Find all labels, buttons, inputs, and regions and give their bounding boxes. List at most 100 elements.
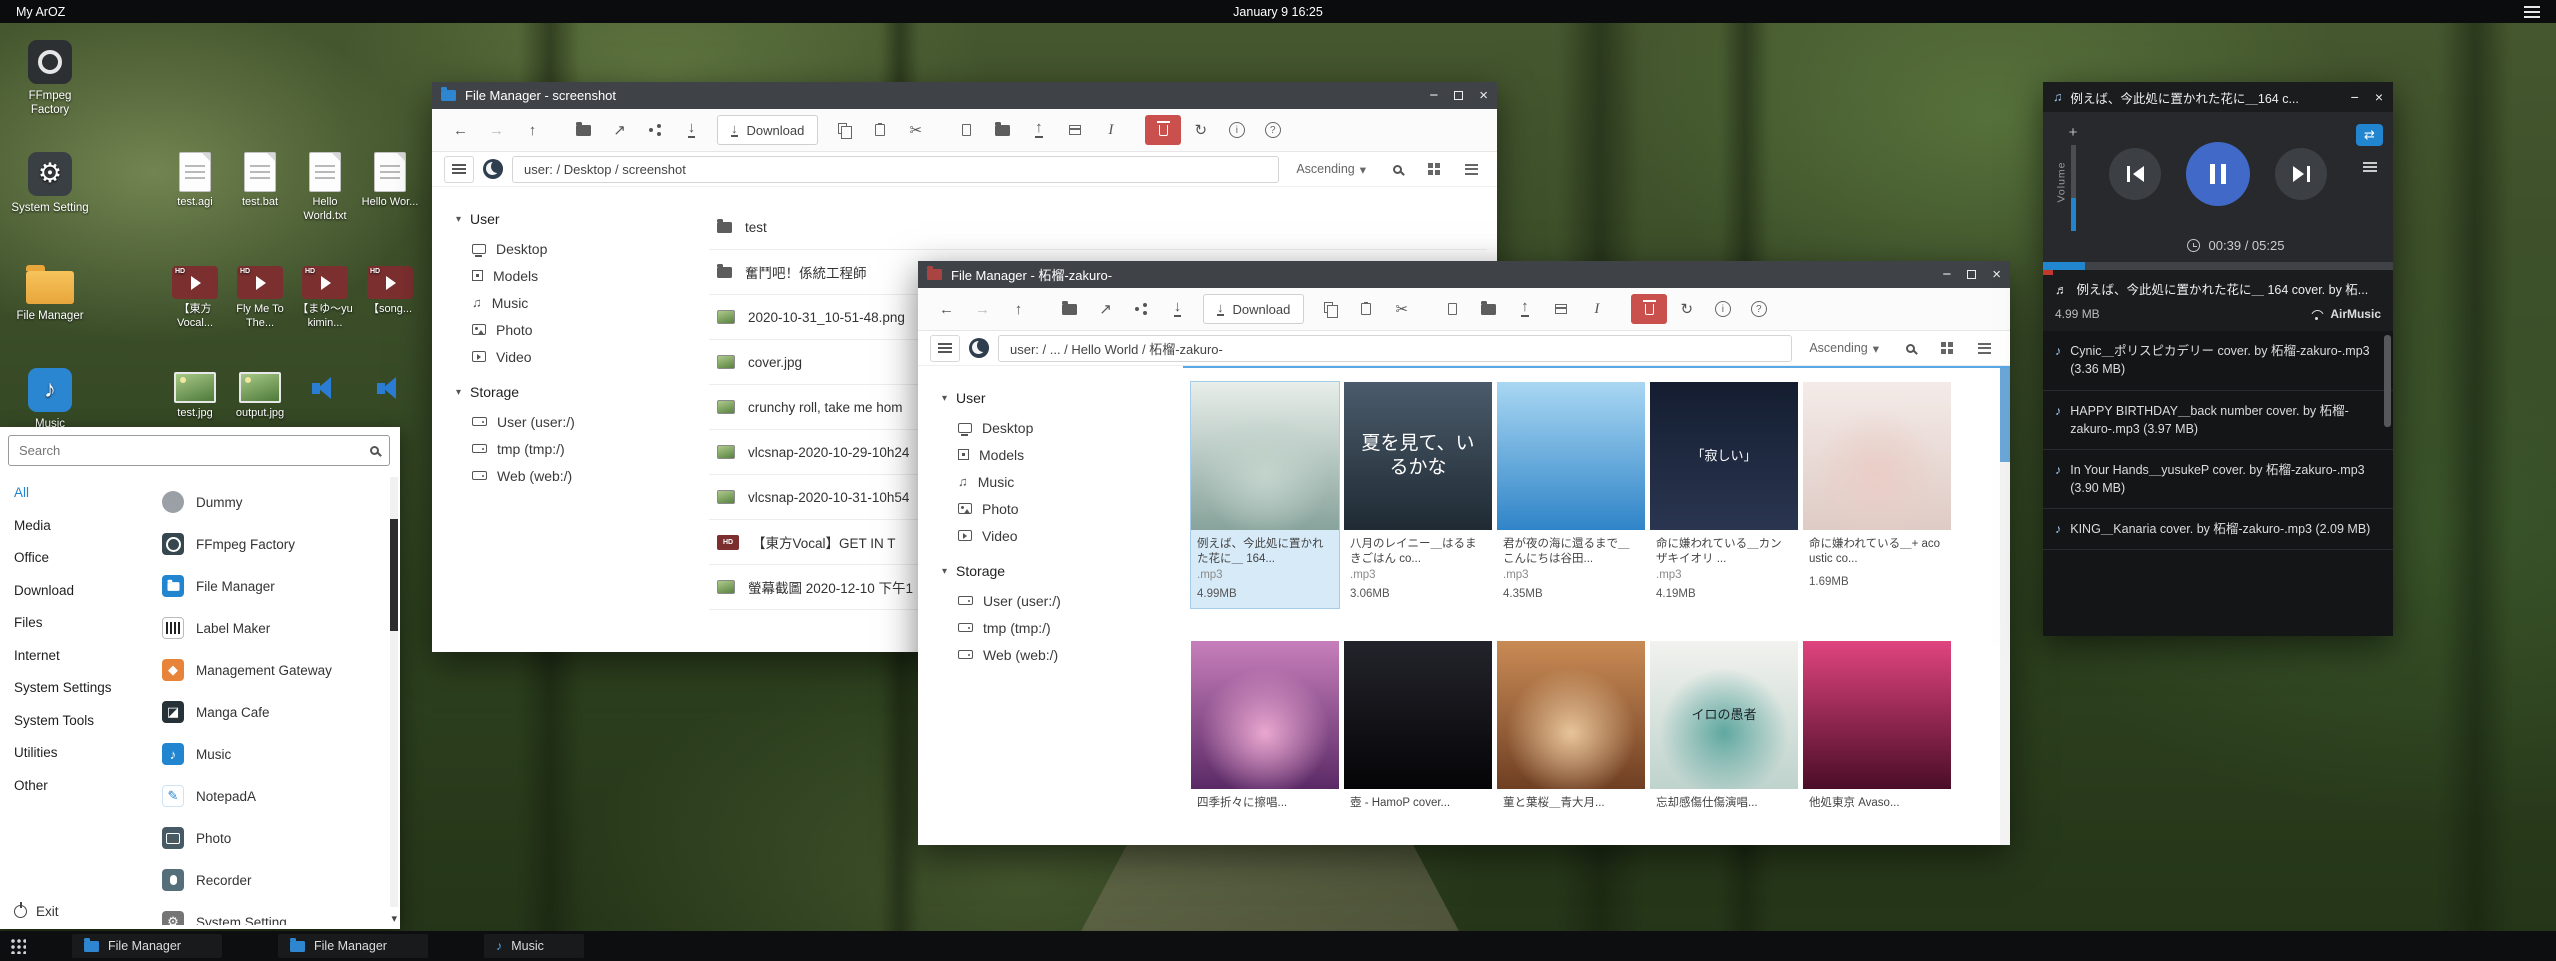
new-file-button[interactable] bbox=[1436, 294, 1469, 324]
close-button[interactable]: × bbox=[1479, 87, 1488, 104]
download-icon-button[interactable]: ↓ bbox=[1161, 294, 1194, 324]
app-item-file-manager[interactable]: File Manager bbox=[152, 565, 386, 607]
delete-button[interactable] bbox=[1631, 294, 1667, 324]
minimize-button[interactable]: − bbox=[2351, 89, 2359, 105]
desktop-file[interactable]: Hello Wor... bbox=[357, 152, 423, 210]
category-download[interactable]: Download bbox=[0, 575, 152, 608]
file-tile[interactable]: 四季折々に擦唱... bbox=[1191, 641, 1339, 819]
taskbar-item-music[interactable]: ♪Music bbox=[484, 934, 584, 958]
playlist-item[interactable]: ♪KING＿Kanaria cover. by 柘榴-zakuro-.mp3 (… bbox=[2043, 509, 2393, 550]
cut-button[interactable]: ✂ bbox=[899, 115, 932, 145]
sidebar-item-desktop[interactable]: Desktop bbox=[456, 235, 697, 262]
back-button[interactable]: ← bbox=[444, 115, 477, 145]
menu-toggle-button[interactable] bbox=[930, 335, 960, 362]
open-button[interactable] bbox=[567, 115, 600, 145]
sidebar-section-user[interactable]: ▾User bbox=[456, 211, 697, 227]
exit-button[interactable]: Exit bbox=[14, 904, 59, 919]
desktop-file[interactable] bbox=[292, 372, 358, 409]
sidebar-item-music[interactable]: ♫Music bbox=[456, 289, 697, 316]
breadcrumb[interactable]: user: / Desktop / screenshot bbox=[512, 156, 1279, 183]
sidebar-item-web-drive[interactable]: Web (web:/) bbox=[456, 462, 697, 489]
refresh-button[interactable]: ↻ bbox=[1670, 294, 1703, 324]
file-tile-selected[interactable]: 例えば、今此処に置かれた花に＿ 164... .mp3 4.99MB bbox=[1191, 382, 1339, 608]
playlist-item[interactable]: ♪In Your Hands＿yusukeP cover. by 柘榴-zaku… bbox=[2043, 450, 2393, 509]
app-grid-icon[interactable] bbox=[10, 938, 26, 954]
search-box[interactable] bbox=[8, 435, 390, 466]
open-button[interactable] bbox=[1053, 294, 1086, 324]
output-switch-button[interactable]: ⇄ bbox=[2356, 124, 2383, 146]
taskbar-item-file-manager-2[interactable]: File Manager bbox=[278, 934, 428, 958]
taskbar-item-file-manager[interactable]: File Manager bbox=[72, 934, 222, 958]
app-item-system-setting[interactable]: ⚙System Setting bbox=[152, 901, 386, 925]
search-input[interactable] bbox=[19, 443, 370, 458]
sidebar-item-music[interactable]: ♫Music bbox=[942, 468, 1183, 495]
airmusic-output[interactable]: AirMusic bbox=[2310, 307, 2381, 321]
app-item-dummy[interactable]: Dummy bbox=[152, 481, 386, 523]
sidebar-item-web-drive[interactable]: Web (web:/) bbox=[942, 641, 1183, 668]
new-folder-button[interactable] bbox=[986, 115, 1019, 145]
search-button[interactable] bbox=[1896, 335, 1924, 362]
desktop-icon-music[interactable]: ♪ Music bbox=[8, 368, 92, 431]
open-external-button[interactable]: ↗ bbox=[1089, 294, 1122, 324]
help-button[interactable]: ? bbox=[1742, 294, 1775, 324]
breadcrumb[interactable]: user: / ... / Hello World / 柘榴-zakuro- bbox=[998, 335, 1792, 362]
sidebar-section-storage[interactable]: ▾Storage bbox=[942, 563, 1183, 579]
title-bar[interactable]: File Manager - screenshot −× bbox=[432, 82, 1497, 109]
share-button[interactable] bbox=[639, 115, 672, 145]
sidebar-item-user-drive[interactable]: User (user:/) bbox=[942, 587, 1183, 614]
next-track-button[interactable] bbox=[2275, 148, 2327, 200]
desktop-icon-ffmpeg-factory[interactable]: FFmpeg Factory bbox=[8, 40, 92, 118]
new-folder-button[interactable] bbox=[1472, 294, 1505, 324]
scroll-down-chevron-icon[interactable]: ▾ bbox=[391, 912, 397, 925]
desktop-file[interactable]: test.agi bbox=[162, 152, 228, 210]
sidebar-item-photo[interactable]: Photo bbox=[942, 495, 1183, 522]
sidebar-item-desktop[interactable]: Desktop bbox=[942, 414, 1183, 441]
list-view-button[interactable] bbox=[1457, 156, 1485, 183]
menu-scrollbar[interactable] bbox=[390, 477, 398, 907]
volume-slider[interactable] bbox=[2071, 145, 2076, 231]
category-system-tools[interactable]: System Tools bbox=[0, 705, 152, 738]
volume-up-icon[interactable]: + bbox=[2053, 124, 2093, 141]
upload-button[interactable]: ↑ bbox=[1022, 115, 1055, 145]
delete-button[interactable] bbox=[1145, 115, 1181, 145]
info-button[interactable]: i bbox=[1706, 294, 1739, 324]
sidebar-item-photo[interactable]: Photo bbox=[456, 316, 697, 343]
desktop-file[interactable] bbox=[357, 372, 423, 409]
download-button[interactable]: ↓Download bbox=[717, 115, 818, 145]
playlist-menu-button[interactable] bbox=[2363, 162, 2377, 172]
desktop-icon-file-manager[interactable]: File Manager bbox=[8, 261, 92, 323]
file-tile[interactable]: 「寂しい」 命に嫌われている＿カンザキイオリ ... .mp3 4.19MB bbox=[1650, 382, 1798, 608]
desktop-file[interactable]: 【東方Vocal... bbox=[162, 266, 228, 331]
file-row[interactable]: test bbox=[709, 205, 1487, 250]
playlist-item[interactable]: ♪Cynic＿ポリスピカデリー cover. by 柘榴-zakuro-.mp3… bbox=[2043, 331, 2393, 390]
desktop-file[interactable]: Hello World.txt bbox=[292, 152, 358, 224]
desktop-icon-system-setting[interactable]: ⚙ System Setting bbox=[8, 152, 92, 215]
search-button[interactable] bbox=[1383, 156, 1411, 183]
maximize-button[interactable] bbox=[1454, 91, 1463, 100]
cut-button[interactable]: ✂ bbox=[1385, 294, 1418, 324]
category-other[interactable]: Other bbox=[0, 770, 152, 803]
grid-scrollbar-thumb[interactable] bbox=[2000, 368, 2010, 462]
file-tile[interactable]: 命に嫌われている＿+ acoustic co... 1.69MB bbox=[1803, 382, 1951, 608]
app-item-recorder[interactable]: Recorder bbox=[152, 859, 386, 901]
back-button[interactable]: ← bbox=[930, 294, 963, 324]
new-file-button[interactable] bbox=[950, 115, 983, 145]
sidebar-item-user-drive[interactable]: User (user:/) bbox=[456, 408, 697, 435]
sidebar-section-user[interactable]: ▾User bbox=[942, 390, 1183, 406]
paste-button[interactable] bbox=[863, 115, 896, 145]
sidebar-item-tmp-drive[interactable]: tmp (tmp:/) bbox=[456, 435, 697, 462]
archive-button[interactable] bbox=[1544, 294, 1577, 324]
theme-toggle-button[interactable] bbox=[969, 338, 989, 358]
close-button[interactable]: × bbox=[2375, 89, 2383, 105]
upload-button[interactable]: ↑ bbox=[1508, 294, 1541, 324]
download-button[interactable]: ↓Download bbox=[1203, 294, 1304, 324]
grid-view-button[interactable] bbox=[1933, 335, 1961, 362]
sidebar-item-tmp-drive[interactable]: tmp (tmp:/) bbox=[942, 614, 1183, 641]
file-tile[interactable]: 夏を見て、いるかな 八月のレイニー＿はるまきごはん co... .mp3 3.0… bbox=[1344, 382, 1492, 608]
app-item-manga-cafe[interactable]: ◪Manga Cafe bbox=[152, 691, 386, 733]
category-system-settings[interactable]: System Settings bbox=[0, 672, 152, 705]
sidebar-item-video[interactable]: Video bbox=[942, 522, 1183, 549]
sidebar-section-storage[interactable]: ▾Storage bbox=[456, 384, 697, 400]
theme-toggle-button[interactable] bbox=[483, 159, 503, 179]
file-tile[interactable]: 菫と葉桜＿青大月... bbox=[1497, 641, 1645, 819]
